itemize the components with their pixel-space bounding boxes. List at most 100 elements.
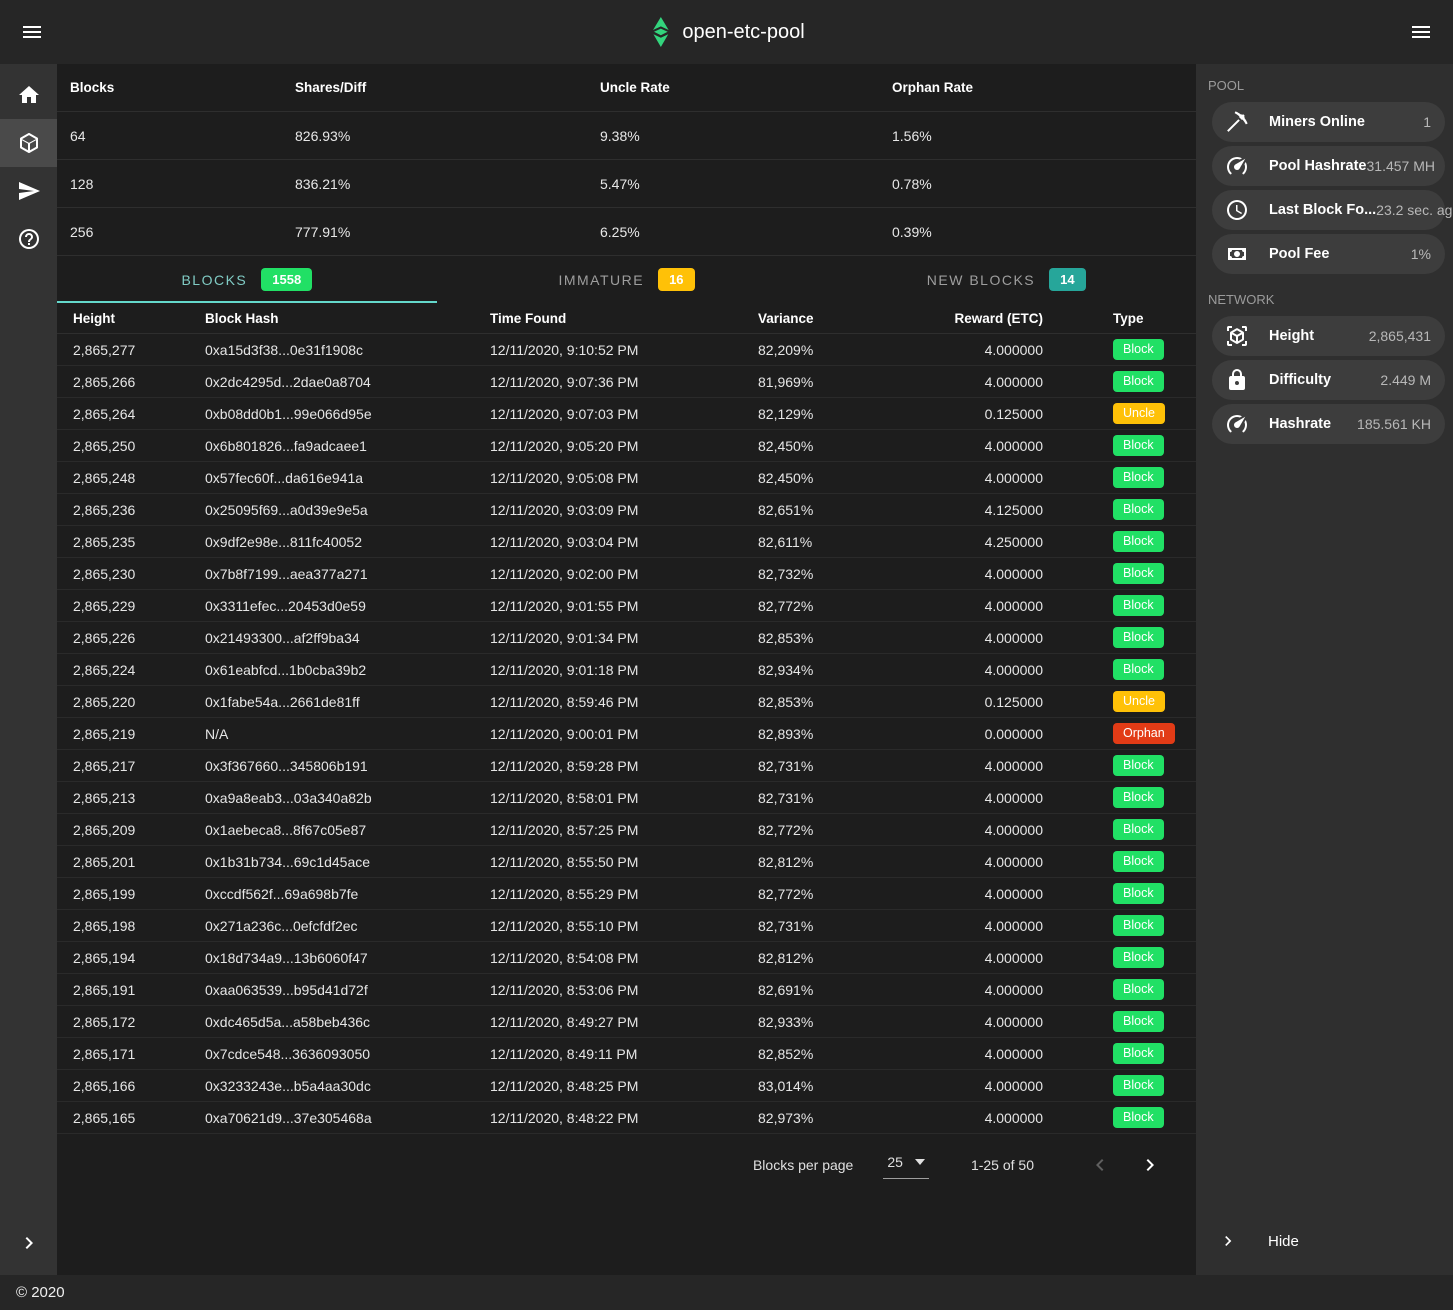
tab-count-badge: 16 (658, 268, 694, 291)
active-tab-underline (816, 301, 1196, 303)
block-row: 2,865,230 0x7b8f7199...aea377a271 12/11/… (57, 558, 1196, 590)
blocks-table-header: Height Block Hash Time Found Variance Re… (57, 303, 1196, 334)
right-menu-button[interactable] (1397, 8, 1445, 56)
gauge-icon (1225, 412, 1249, 436)
cell-block-hash: 0x7cdce548...3636093050 (205, 1046, 490, 1062)
blocks-table-body: 2,865,277 0xa15d3f38...0e31f1908c 12/11/… (57, 334, 1196, 1134)
cube-scan-icon (1225, 324, 1249, 348)
stat-label: Difficulty (1269, 372, 1380, 388)
cube-icon (17, 131, 41, 155)
cell-time-found: 12/11/2020, 9:01:34 PM (490, 630, 758, 646)
cell-block-hash: 0xdc465d5a...a58beb436c (205, 1014, 490, 1030)
cell-time-found: 12/11/2020, 8:49:27 PM (490, 1014, 758, 1030)
cell-height: 2,865,219 (57, 726, 205, 742)
hide-sidebar-button[interactable]: Hide (1196, 1213, 1453, 1269)
cell-reward: 4.000000 (887, 1110, 1043, 1126)
expand-rail-button[interactable] (0, 1219, 57, 1267)
cell-variance: 83,014% (758, 1078, 887, 1094)
stat-pill: Height 2,865,431 (1212, 316, 1445, 356)
cell-type: Block (1043, 1075, 1196, 1096)
tab-blocks[interactable]: BLOCKS 1558 (57, 256, 437, 303)
cell-reward: 4.000000 (887, 982, 1043, 998)
cell-reward: 4.000000 (887, 886, 1043, 902)
col-header-block-hash: Block Hash (205, 311, 490, 326)
block-row: 2,865,191 0xaa063539...b95d41d72f 12/11/… (57, 974, 1196, 1006)
type-chip: Block (1113, 915, 1164, 936)
cell-height: 2,865,198 (57, 918, 205, 934)
page-range-label: 1-25 of 50 (971, 1157, 1034, 1173)
cell-block-hash: 0xccdf562f...69a698b7fe (205, 886, 490, 902)
cell-block-hash: 0xa9a8eab3...03a340a82b (205, 790, 490, 806)
col-header-reward: Reward (ETC) (887, 311, 1043, 326)
cell-type: Uncle (1043, 403, 1196, 424)
hide-label: Hide (1268, 1233, 1299, 1250)
cell-time-found: 12/11/2020, 8:48:22 PM (490, 1110, 758, 1126)
cell-time-found: 12/11/2020, 9:03:04 PM (490, 534, 758, 550)
nav-help-button[interactable] (0, 215, 57, 263)
cell-block-hash: N/A (205, 726, 490, 742)
cell-reward: 0.125000 (887, 406, 1043, 422)
tab-label: NEW BLOCKS (927, 272, 1035, 288)
cell-reward: 4.000000 (887, 1046, 1043, 1062)
cell-reward: 4.000000 (887, 1014, 1043, 1030)
cell-height: 2,865,166 (57, 1078, 205, 1094)
pool-items: Miners Online 1 Pool Hashrate 31.457 MH … (1196, 102, 1453, 278)
cell-type: Block (1043, 339, 1196, 360)
cell-time-found: 12/11/2020, 8:55:10 PM (490, 918, 758, 934)
cell-time-found: 12/11/2020, 9:02:00 PM (490, 566, 758, 582)
type-chip: Block (1113, 435, 1164, 456)
page-size-select[interactable]: 25 (883, 1152, 929, 1179)
nav-home-button[interactable] (0, 71, 57, 119)
cell-time-found: 12/11/2020, 8:49:11 PM (490, 1046, 758, 1062)
stat-value: 2.449 M (1380, 372, 1431, 388)
tab-immature[interactable]: IMMATURE 16 (437, 256, 817, 303)
luck-row: 128 836.21% 5.47% 0.78% (57, 160, 1196, 208)
type-chip: Block (1113, 339, 1164, 360)
block-row: 2,865,166 0x3233243e...b5a4aa30dc 12/11/… (57, 1070, 1196, 1102)
type-chip: Uncle (1113, 691, 1165, 712)
cell-block-hash: 0x2dc4295d...2dae0a8704 (205, 374, 490, 390)
luck-table: Blocks Shares/Diff Uncle Rate Orphan Rat… (57, 64, 1196, 256)
cell-height: 2,865,224 (57, 662, 205, 678)
cell-height: 2,865,209 (57, 822, 205, 838)
nav-payments-button[interactable] (0, 167, 57, 215)
cell-type: Block (1043, 627, 1196, 648)
tab-new-blocks[interactable]: NEW BLOCKS 14 (816, 256, 1196, 303)
type-chip: Block (1113, 755, 1164, 776)
type-chip: Block (1113, 627, 1164, 648)
etc-logo-icon (648, 17, 672, 47)
menu-button[interactable] (8, 8, 56, 56)
home-icon (17, 83, 41, 107)
block-row: 2,865,217 0x3f367660...345806b191 12/11/… (57, 750, 1196, 782)
cell-reward: 4.125000 (887, 502, 1043, 518)
luck-row: 256 777.91% 6.25% 0.39% (57, 208, 1196, 256)
cell-height: 2,865,250 (57, 438, 205, 454)
next-page-button[interactable] (1130, 1145, 1170, 1185)
cell-variance: 82,731% (758, 790, 887, 806)
block-row: 2,865,198 0x271a236c...0efcfdf2ec 12/11/… (57, 910, 1196, 942)
cell-variance: 82,129% (758, 406, 887, 422)
nav-blocks-button[interactable] (0, 119, 57, 167)
pool-section-label: POOL (1196, 64, 1453, 102)
copyright-text: © 2020 (16, 1284, 65, 1301)
cell-type: Block (1043, 1107, 1196, 1128)
stat-label: Hashrate (1269, 416, 1357, 432)
stat-value: 1 (1423, 114, 1431, 130)
cell-block-hash: 0x18d734a9...13b6060f47 (205, 950, 490, 966)
cell-block-hash: 0x9df2e98e...811fc40052 (205, 534, 490, 550)
cell-block-hash: 0x1b31b734...69c1d45ace (205, 854, 490, 870)
cell-time-found: 12/11/2020, 9:01:18 PM (490, 662, 758, 678)
cell-reward: 4.000000 (887, 918, 1043, 934)
block-row: 2,865,220 0x1fabe54a...2661de81ff 12/11/… (57, 686, 1196, 718)
sidebar-spacer (1196, 448, 1453, 1213)
send-icon (17, 179, 41, 203)
pickaxe-icon (1225, 110, 1249, 134)
luck-cell-blocks: 128 (70, 176, 295, 192)
network-section-label: NETWORK (1196, 278, 1453, 316)
col-header-variance: Variance (758, 311, 887, 326)
previous-page-button[interactable] (1080, 1145, 1120, 1185)
luck-cell-shares-diff: 826.93% (295, 128, 600, 144)
cell-variance: 82,732% (758, 566, 887, 582)
block-row: 2,865,199 0xccdf562f...69a698b7fe 12/11/… (57, 878, 1196, 910)
tab-label: IMMATURE (558, 272, 644, 288)
